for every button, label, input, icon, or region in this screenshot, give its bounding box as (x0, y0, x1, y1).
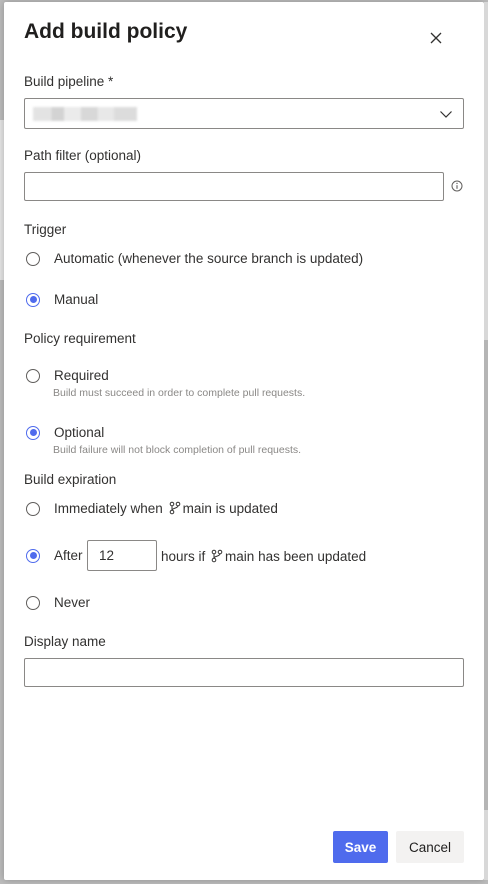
policy-optional-description: Build failure will not block completion … (53, 444, 302, 456)
radio-button[interactable] (26, 595, 40, 610)
dialog-title: Add build policy (24, 20, 188, 43)
expiration-never-option[interactable]: Never (26, 595, 90, 610)
chevron-down-icon (440, 111, 452, 118)
display-name-input[interactable] (24, 658, 464, 687)
trigger-manual-option[interactable]: Manual (26, 292, 98, 307)
path-filter-label: Path filter (optional) (24, 148, 142, 163)
scrollbar-thumb[interactable] (484, 340, 488, 810)
radio-button[interactable] (26, 251, 40, 266)
expiration-never-label: Never (54, 595, 91, 610)
after-branch: main (225, 549, 255, 564)
info-icon[interactable] (451, 180, 463, 192)
expiration-immediately-label: Immediately when main is updated (54, 501, 278, 516)
expiration-after-label: After (54, 548, 83, 563)
redacted-pipeline-name (33, 107, 137, 121)
radio-button[interactable] (26, 368, 40, 383)
radio-button-selected[interactable] (26, 548, 40, 563)
build-pipeline-label: Build pipeline * (24, 74, 114, 89)
policy-required-description: Build must succeed in order to complete … (53, 387, 306, 399)
after-suffix: has been updated (258, 549, 367, 564)
close-button[interactable] (424, 26, 448, 50)
trigger-label: Trigger (24, 222, 67, 237)
expiration-after-option[interactable]: After (26, 548, 83, 563)
expiration-hours-input[interactable] (87, 540, 157, 571)
immediately-branch: main (182, 501, 212, 516)
display-name-label: Display name (24, 634, 106, 649)
policy-required-option[interactable]: Required (26, 368, 109, 383)
policy-requirement-label: Policy requirement (24, 331, 136, 346)
close-icon (430, 32, 442, 44)
build-pipeline-dropdown[interactable] (24, 98, 464, 129)
immediately-prefix: Immediately when (54, 501, 163, 516)
policy-required-label: Required (54, 368, 109, 383)
immediately-suffix: is updated (215, 501, 278, 516)
radio-button-selected[interactable] (26, 292, 40, 307)
policy-optional-label: Optional (54, 425, 105, 440)
radio-button[interactable] (26, 501, 40, 516)
after-middle: hours if (161, 549, 206, 564)
policy-optional-option[interactable]: Optional (26, 425, 104, 440)
branch-icon (211, 549, 223, 563)
expiration-immediately-option[interactable]: Immediately when main is updated (26, 501, 278, 516)
branch-icon (169, 501, 180, 515)
expiration-after-suffix: hours if main has been updated (161, 549, 366, 564)
build-expiration-label: Build expiration (24, 472, 117, 487)
path-filter-input[interactable] (24, 172, 444, 201)
trigger-automatic-option[interactable]: Automatic (whenever the source branch is… (26, 251, 363, 266)
save-button[interactable]: Save (333, 831, 388, 863)
trigger-manual-label: Manual (54, 292, 99, 307)
add-build-policy-dialog: Add build policy Build pipeline * Path f… (4, 2, 484, 880)
trigger-automatic-label: Automatic (whenever the source branch is… (54, 251, 364, 266)
cancel-button[interactable]: Cancel (396, 831, 464, 863)
radio-button-selected[interactable] (26, 425, 40, 440)
